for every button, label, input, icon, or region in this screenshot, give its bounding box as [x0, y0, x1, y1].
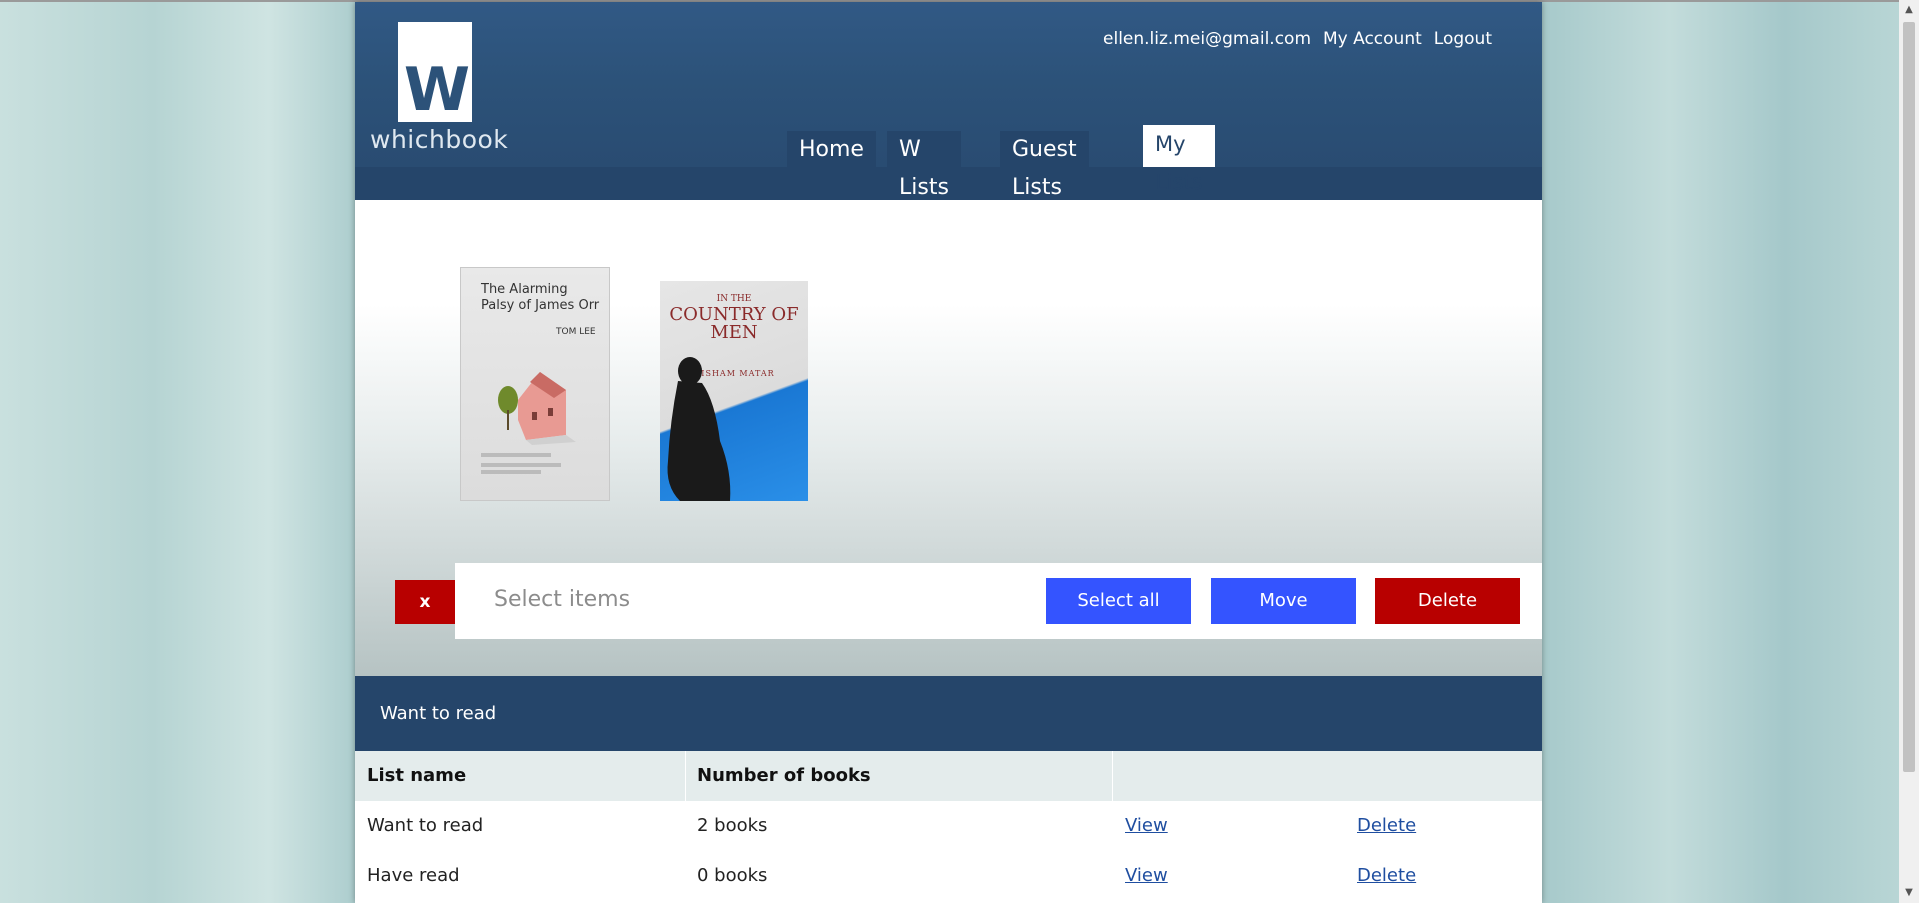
scroll-down-icon[interactable]: ▼: [1903, 887, 1915, 899]
close-selection-button[interactable]: x: [395, 580, 455, 624]
action-panel: Select items Select all Move Delete: [455, 563, 1542, 639]
scrollbar-thumb[interactable]: [1903, 22, 1915, 772]
book-title: COUNTRY OF MEN: [669, 304, 799, 343]
column-number-of-books: Number of books: [697, 765, 871, 786]
vertical-scrollbar[interactable]: ▲ ▼: [1899, 0, 1919, 903]
lists-table: List name Number of books Want to read 2…: [355, 751, 1542, 901]
book-count: 2 books: [697, 815, 768, 836]
list-content: The Alarming Palsy of James Orr TOM LEE …: [355, 200, 1542, 676]
book-cover-alarming-palsy[interactable]: The Alarming Palsy of James Orr TOM LEE: [460, 267, 610, 501]
table-header: List name Number of books: [355, 751, 1542, 801]
view-link[interactable]: View: [1125, 815, 1168, 836]
book-cover-country-of-men[interactable]: IN THE COUNTRY OF MEN HISHAM MATAR: [660, 281, 808, 501]
select-items-label: Select items: [494, 587, 631, 612]
section-title: Want to read: [380, 703, 497, 724]
site-header: W whichbook ellen.liz.mei@gmail.com My A…: [355, 2, 1542, 200]
column-list-name: List name: [367, 765, 467, 786]
scroll-up-icon[interactable]: ▲: [1903, 4, 1915, 16]
user-email-link[interactable]: ellen.liz.mei@gmail.com: [1103, 29, 1311, 49]
delete-selected-button[interactable]: Delete: [1375, 578, 1520, 624]
nav-my-lists[interactable]: My Lists: [1143, 125, 1215, 194]
column-divider: [1112, 751, 1113, 801]
logout-link[interactable]: Logout: [1434, 29, 1492, 49]
select-all-button[interactable]: Select all: [1046, 578, 1191, 624]
page-container: W whichbook ellen.liz.mei@gmail.com My A…: [355, 2, 1542, 903]
nav-guest-lists[interactable]: Guest Lists: [1000, 131, 1089, 200]
nav-home[interactable]: Home: [787, 131, 876, 169]
delete-list-link[interactable]: Delete: [1357, 815, 1416, 836]
list-name: Want to read: [367, 815, 484, 836]
book-author: TOM LEE: [556, 327, 596, 337]
book-blurb: [481, 453, 581, 474]
table-row: Want to read 2 books View Delete: [355, 801, 1542, 851]
delete-list-link[interactable]: Delete: [1357, 865, 1416, 886]
user-links: ellen.liz.mei@gmail.com My Account Logou…: [1103, 29, 1492, 49]
section-header: Want to read: [355, 676, 1542, 751]
column-divider: [685, 751, 686, 801]
book-count: 0 books: [697, 865, 768, 886]
book-title-top: IN THE: [716, 294, 752, 304]
my-account-link[interactable]: My Account: [1323, 29, 1422, 49]
logo-text[interactable]: whichbook: [370, 125, 508, 154]
table-row: Have read 0 books View Delete: [355, 851, 1542, 901]
nav-w-lists[interactable]: W Lists: [887, 131, 961, 200]
house-illustration-icon: [498, 372, 576, 445]
move-button[interactable]: Move: [1211, 578, 1356, 624]
silhouette-illustration-icon: [667, 357, 731, 501]
view-link[interactable]: View: [1125, 865, 1168, 886]
logo-mark[interactable]: W: [398, 22, 472, 122]
book-title: The Alarming Palsy of James Orr: [481, 282, 600, 313]
list-name: Have read: [367, 865, 460, 886]
logo-w-icon: W: [403, 55, 470, 125]
